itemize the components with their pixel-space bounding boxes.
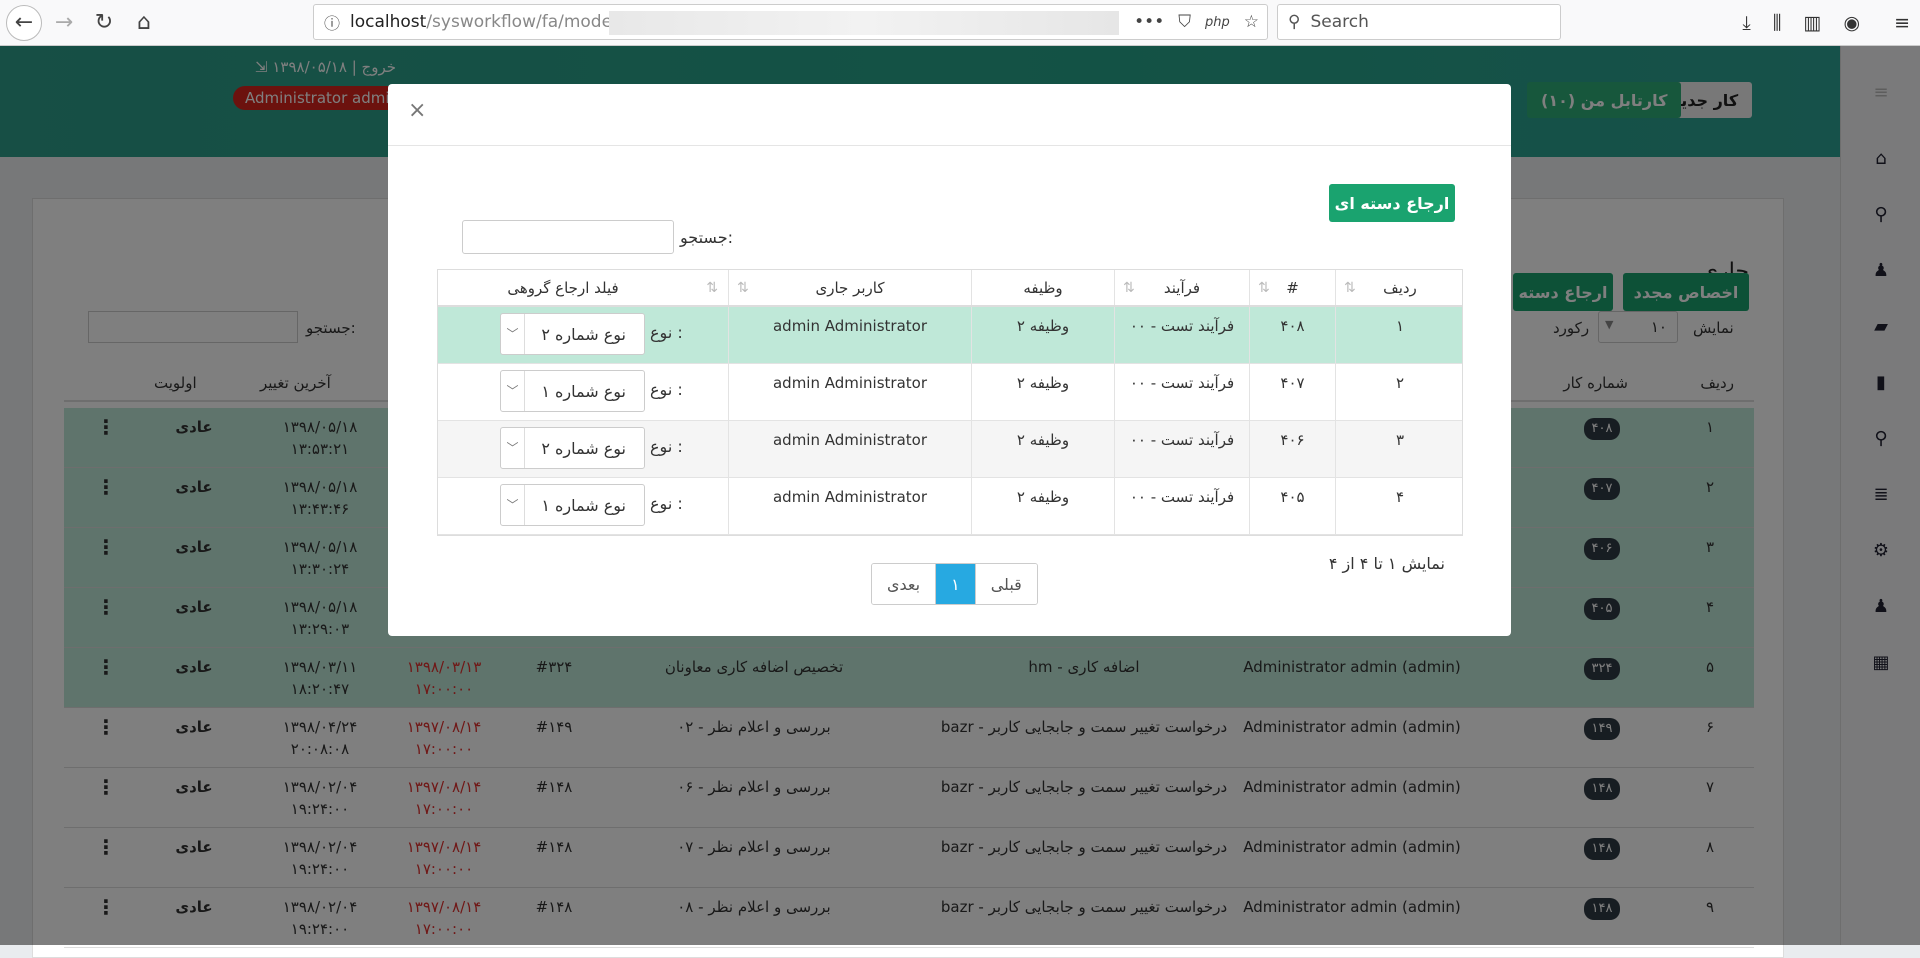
- download-icon[interactable]: ⤓: [1742, 12, 1750, 34]
- php-badge[interactable]: php: [1205, 15, 1230, 30]
- modal-table: ⇅ ردیف ⇅ # ⇅ فرآیند وظیفه ⇅ کاربر جاری فیلد …: [437, 269, 1463, 536]
- cell-process: ۰۰ - فرآیند تست: [1114, 478, 1249, 534]
- sort-icon: ⇅: [737, 280, 749, 296]
- modal-table-header: ⇅ ردیف ⇅ # ⇅ فرآیند وظیفه ⇅ کاربر جاری فیلد …: [438, 270, 1462, 307]
- search-input[interactable]: ⚲ Search: [1277, 4, 1561, 40]
- cell-row: ۲: [1335, 364, 1464, 420]
- cell-number: ۴۰۸: [1249, 307, 1335, 363]
- modal-divider: [388, 145, 1511, 146]
- url-blur: [609, 11, 1119, 35]
- col-current-user[interactable]: ⇅ کاربر جاری: [728, 270, 971, 305]
- pagination: بعدی ۱ قبلی: [871, 563, 1038, 605]
- cell-row: ۱: [1335, 307, 1464, 363]
- pocket-icon[interactable]: ⛉: [1178, 12, 1191, 32]
- col-task[interactable]: وظیفه: [971, 270, 1114, 305]
- cell-current-user: admin Administrator: [728, 307, 971, 363]
- cell-row: ۳: [1335, 421, 1464, 477]
- chevron-down-icon: ﹀: [501, 314, 525, 354]
- forward-icon[interactable]: →: [46, 5, 82, 41]
- modal-table-row[interactable]: ۳ ۴۰۶ ۰۰ - فرآیند تست وظیفه ۲ admin Administ…: [438, 421, 1462, 478]
- type-select[interactable]: ﹀ نوع شماره ۲: [500, 427, 645, 469]
- chevron-down-icon: ﹀: [501, 428, 525, 468]
- type-label: نوع :: [650, 323, 683, 342]
- type-select-value: نوع شماره ۲: [541, 325, 626, 344]
- cell-number: ۴۰۵: [1249, 478, 1335, 534]
- cell-current-user: admin Administrator: [728, 478, 971, 534]
- modal-table-row[interactable]: ۲ ۴۰۷ ۰۰ - فرآیند تست وظیفه ۲ admin Administ…: [438, 364, 1462, 421]
- type-select-value: نوع شماره ۱: [541, 382, 626, 401]
- cell-current-user: admin Administrator: [728, 364, 971, 420]
- type-label: نوع :: [650, 494, 683, 513]
- cell-group-field: نوع : ﹀ نوع شماره ۱: [438, 478, 728, 534]
- type-label: نوع :: [650, 437, 683, 456]
- cell-row: ۴: [1335, 478, 1464, 534]
- account-icon[interactable]: ◉: [1843, 12, 1860, 34]
- home-icon[interactable]: ⌂: [126, 5, 162, 41]
- batch-route-modal: × ارجاع دسته ای جستجو: ⇅ ردیف ⇅ # ⇅ فرآیند …: [388, 84, 1511, 636]
- type-select[interactable]: ﹀ نوع شماره ۱: [500, 370, 645, 412]
- cell-number: ۴۰۶: [1249, 421, 1335, 477]
- star-icon[interactable]: ☆: [1244, 12, 1259, 32]
- cell-group-field: نوع : ﹀ نوع شماره ۱: [438, 364, 728, 420]
- next-page-button[interactable]: بعدی: [872, 564, 937, 604]
- col-group-field[interactable]: فیلد ارجاع گروهی ⇅: [438, 270, 728, 305]
- url-bar[interactable]: ⓘ localhost/sysworkflow/fa/modern ••• ⛉ …: [313, 4, 1268, 40]
- chevron-down-icon: ﹀: [501, 485, 525, 525]
- modal-search-input[interactable]: [462, 220, 674, 254]
- modal-table-row[interactable]: ۱ ۴۰۸ ۰۰ - فرآیند تست وظیفه ۲ admin Administ…: [438, 307, 1462, 364]
- col-number[interactable]: ⇅ #: [1249, 270, 1335, 305]
- modal-table-row[interactable]: ۴ ۴۰۵ ۰۰ - فرآیند تست وظیفه ۲ admin Administ…: [438, 478, 1462, 535]
- sort-icon: ⇅: [1258, 280, 1270, 296]
- cell-process: ۰۰ - فرآیند تست: [1114, 364, 1249, 420]
- prev-page-button[interactable]: قبلی: [974, 564, 1037, 604]
- col-process[interactable]: ⇅ فرآیند: [1114, 270, 1249, 305]
- page-1-button[interactable]: ۱: [936, 564, 975, 604]
- pagination-info: نمایش ۱ تا ۴ از ۴: [1328, 554, 1445, 573]
- reload-icon[interactable]: ↻: [86, 5, 122, 41]
- menu-icon[interactable]: ≡: [1894, 12, 1910, 34]
- modal-search-label: جستجو:: [680, 228, 733, 247]
- back-icon[interactable]: ←: [6, 4, 42, 41]
- type-select[interactable]: ﹀ نوع شماره ۲: [500, 313, 645, 355]
- batch-route-submit-button[interactable]: ارجاع دسته ای: [1329, 184, 1455, 222]
- cell-group-field: نوع : ﹀ نوع شماره ۲: [438, 421, 728, 477]
- sort-icon: ⇅: [1123, 280, 1135, 296]
- type-label: نوع :: [650, 380, 683, 399]
- col-row[interactable]: ⇅ ردیف: [1335, 270, 1464, 305]
- cell-process: ۰۰ - فرآیند تست: [1114, 307, 1249, 363]
- cell-group-field: نوع : ﹀ نوع شماره ۲: [438, 307, 728, 363]
- close-icon[interactable]: ×: [408, 98, 426, 123]
- cell-task: وظیفه ۲: [971, 478, 1114, 534]
- search-icon: ⚲: [1288, 12, 1301, 32]
- browser-toolbar: ← → ↻ ⌂ ⓘ localhost/sysworkflow/fa/moder…: [0, 0, 1920, 46]
- sort-icon: ⇅: [706, 280, 718, 296]
- type-select-value: نوع شماره ۱: [541, 496, 626, 515]
- library-icon[interactable]: ⫼: [1773, 12, 1782, 34]
- cell-process: ۰۰ - فرآیند تست: [1114, 421, 1249, 477]
- type-select[interactable]: ﹀ نوع شماره ۱: [500, 484, 645, 526]
- cell-current-user: admin Administrator: [728, 421, 971, 477]
- chevron-down-icon: ﹀: [501, 371, 525, 411]
- type-select-value: نوع شماره ۲: [541, 439, 626, 458]
- search-placeholder: Search: [1310, 12, 1369, 32]
- more-icon[interactable]: •••: [1134, 12, 1164, 32]
- cell-task: وظیفه ۲: [971, 364, 1114, 420]
- cell-task: وظیفه ۲: [971, 421, 1114, 477]
- url-text: localhost/sysworkflow/fa/modern: [350, 12, 630, 32]
- sort-icon: ⇅: [1344, 280, 1356, 296]
- cell-number: ۴۰۷: [1249, 364, 1335, 420]
- sidebar-icon[interactable]: ▥: [1804, 12, 1822, 34]
- info-icon[interactable]: ⓘ: [324, 10, 340, 34]
- cell-task: وظیفه ۲: [971, 307, 1114, 363]
